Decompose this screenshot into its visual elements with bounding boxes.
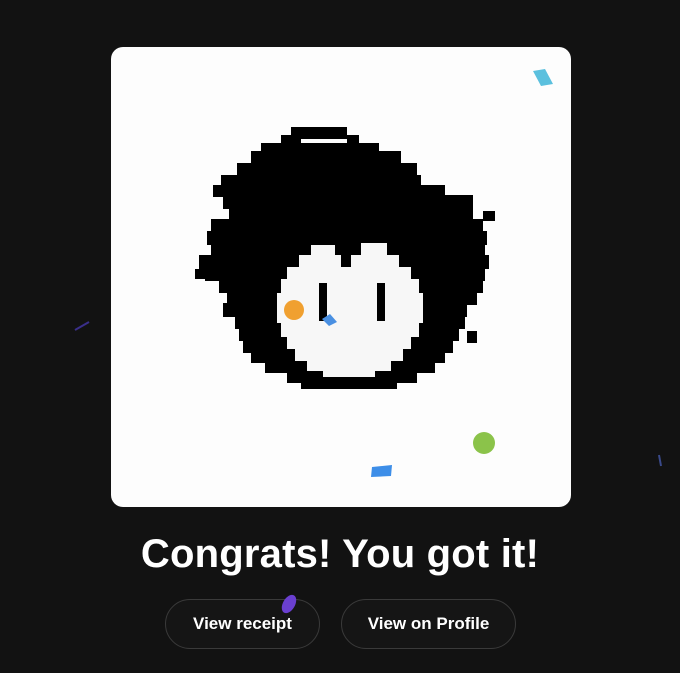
view-on-profile-button[interactable]: View on Profile <box>341 599 516 649</box>
confetti-piece <box>658 454 662 467</box>
confetti-piece <box>74 321 90 331</box>
view-receipt-button[interactable]: View receipt <box>165 599 320 649</box>
success-headline: Congrats! You got it! <box>140 532 540 576</box>
right-eye <box>377 283 385 321</box>
pixel-avatar-image <box>195 127 495 389</box>
left-eye <box>319 283 327 321</box>
nft-artwork-card <box>111 47 571 507</box>
